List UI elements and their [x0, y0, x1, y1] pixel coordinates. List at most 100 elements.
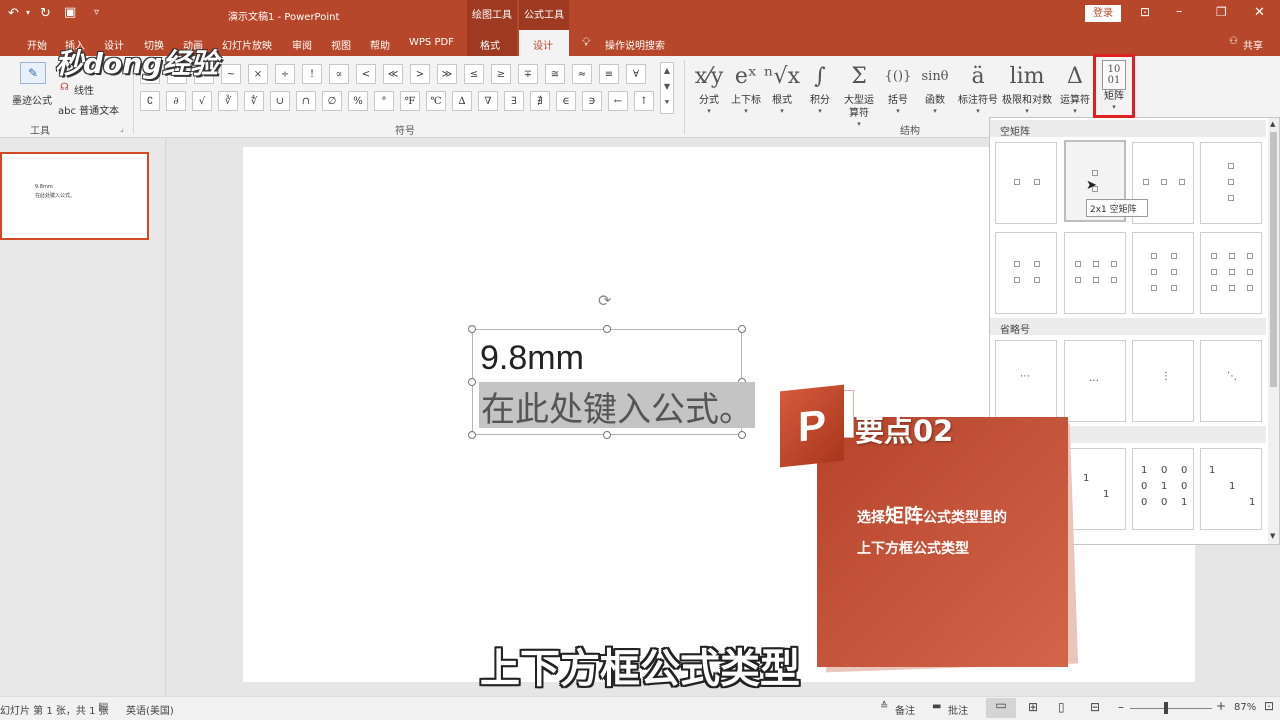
symbol-button[interactable]: ≡: [599, 64, 619, 84]
symbol-button[interactable]: ∝: [329, 64, 349, 84]
dots-diagonal[interactable]: ⋱: [1200, 340, 1262, 422]
matrix-identity-3x3[interactable]: 1 0 0 0 1 0 0 0 1: [1132, 448, 1194, 530]
customize-qat-icon[interactable]: ▿: [94, 7, 99, 18]
gallery-scrollbar[interactable]: ▲ ▼: [1268, 118, 1279, 544]
matrix-2x2-empty[interactable]: [995, 232, 1057, 314]
structure-button[interactable]: ∫ 积分 ▾: [803, 58, 837, 120]
undo-icon[interactable]: ↶: [8, 6, 19, 21]
structure-button[interactable]: x⁄y 分式 ▾: [692, 58, 726, 120]
symbol-button[interactable]: ≫: [437, 64, 457, 84]
zoom-slider[interactable]: [1130, 708, 1212, 709]
symbol-button[interactable]: ∂: [166, 91, 186, 111]
symbol-button[interactable]: >: [410, 64, 430, 84]
resize-handle[interactable]: [468, 325, 476, 333]
redo-icon[interactable]: ↻: [40, 6, 51, 21]
tab-slideshow[interactable]: 幻灯片放映: [222, 37, 272, 52]
symbol-button[interactable]: ≥: [491, 64, 511, 84]
restore-icon[interactable]: ❐: [1216, 5, 1227, 19]
slideshow-from-start-icon[interactable]: ▣: [64, 5, 76, 20]
matrix-identity-3x3-sparse[interactable]: 1 1 1: [1200, 448, 1262, 530]
structure-button[interactable]: lim 极限和对数 ▾: [1000, 58, 1054, 120]
ribbon-display-options-icon[interactable]: ⊡: [1140, 5, 1150, 19]
symbol-button[interactable]: ∪: [270, 91, 290, 111]
tools-dialog-launcher-icon[interactable]: ⌟: [120, 124, 124, 133]
close-icon[interactable]: ✕: [1254, 5, 1265, 20]
normal-view-icon[interactable]: ▭: [986, 698, 1016, 718]
undo-dropdown-icon[interactable]: ▾: [26, 8, 30, 17]
symbol-button[interactable]: ≪: [383, 64, 403, 84]
symbol-button[interactable]: ∆: [452, 91, 472, 111]
structure-button[interactable]: ⁿ√x 根式 ▾: [764, 58, 800, 120]
symbol-button[interactable]: !: [302, 64, 322, 84]
zoom-in-icon[interactable]: +: [1216, 699, 1226, 713]
scroll-up-icon[interactable]: ▲: [1270, 120, 1275, 128]
equation-line-1[interactable]: 9.8mm: [480, 339, 584, 378]
structure-button[interactable]: ä 标注符号 ▾: [955, 58, 1001, 120]
tab-equation-design-active[interactable]: 设计: [519, 30, 569, 56]
symbol-button[interactable]: ∅: [322, 91, 342, 111]
rotate-handle-icon[interactable]: ⟳: [598, 291, 611, 310]
structure-button[interactable]: eˣ 上下标 ▾: [729, 58, 763, 120]
resize-handle[interactable]: [603, 325, 611, 333]
resize-handle[interactable]: [738, 431, 746, 439]
matrix-1x2-empty[interactable]: [995, 142, 1057, 224]
symbol-button[interactable]: ~: [221, 64, 241, 84]
symbol-button[interactable]: ∛: [218, 91, 238, 111]
symbol-button[interactable]: ℃: [426, 91, 446, 111]
symbol-button[interactable]: ∄: [530, 91, 550, 111]
symbol-button[interactable]: ↑: [634, 91, 654, 111]
symbol-button[interactable]: °: [374, 91, 394, 111]
tab-review[interactable]: 审阅: [292, 37, 312, 52]
fit-to-window-icon[interactable]: ⊡: [1264, 699, 1274, 713]
structure-button[interactable]: sinθ 函数 ▾: [918, 58, 952, 120]
equation-placeholder[interactable]: 在此处键入公式。: [479, 382, 755, 430]
symbol-button[interactable]: %: [348, 91, 368, 111]
slide-thumbnail-1[interactable]: 9.8mm 在此处键入公式。: [0, 152, 149, 240]
minimize-icon[interactable]: –: [1176, 4, 1183, 19]
zoom-level[interactable]: 87%: [1234, 702, 1256, 713]
symbol-button[interactable]: <: [356, 64, 376, 84]
resize-handle[interactable]: [738, 325, 746, 333]
symbol-button[interactable]: ÷: [275, 64, 295, 84]
symbol-button[interactable]: ∈: [556, 91, 576, 111]
symbol-button[interactable]: ∃: [504, 91, 524, 111]
structure-button[interactable]: Σ 大型运算符 ▾: [840, 58, 878, 129]
symbol-button[interactable]: ∀: [626, 64, 646, 84]
symbols-scroll-buttons[interactable]: ▲ ▼ ⯆: [660, 62, 674, 114]
tell-me-search[interactable]: 操作说明搜索: [605, 37, 665, 52]
resize-handle[interactable]: [468, 431, 476, 439]
dots-vertical[interactable]: ⋮: [1132, 340, 1194, 422]
notes-button[interactable]: 备注: [895, 702, 915, 717]
tab-wps-pdf[interactable]: WPS PDF: [409, 37, 454, 48]
notes-icon[interactable]: ≙: [880, 701, 888, 712]
symbol-button[interactable]: ≈: [572, 64, 592, 84]
comments-icon[interactable]: ▬: [932, 701, 941, 712]
symbol-button[interactable]: ←: [608, 91, 628, 111]
matrix-3x1-empty[interactable]: [1200, 142, 1262, 224]
linear-button[interactable]: 线性: [74, 82, 94, 97]
structure-button[interactable]: {()} 括号 ▾: [881, 58, 915, 120]
symbol-button[interactable]: ∇: [478, 91, 498, 111]
symbol-button[interactable]: ℉: [400, 91, 420, 111]
tab-home[interactable]: 开始: [27, 37, 47, 52]
slideshow-view-icon[interactable]: ⊟: [1090, 700, 1100, 714]
matrix-3x2-empty[interactable]: [1132, 232, 1194, 314]
resize-handle[interactable]: [603, 431, 611, 439]
ink-equation-icon[interactable]: ✎: [20, 62, 46, 84]
symbol-button[interactable]: ×: [248, 64, 268, 84]
symbol-button[interactable]: ∜: [244, 91, 264, 111]
zoom-slider-thumb[interactable]: [1164, 702, 1168, 714]
zoom-out-icon[interactable]: –: [1118, 700, 1124, 714]
symbol-button[interactable]: ∁: [140, 91, 160, 111]
matrix-2x3-empty[interactable]: [1064, 232, 1126, 314]
resize-handle[interactable]: [468, 378, 476, 386]
dots-centered-horizontal[interactable]: ⋯: [995, 340, 1057, 422]
slide-sorter-icon[interactable]: ⊞: [1028, 700, 1038, 714]
symbol-button[interactable]: ≤: [464, 64, 484, 84]
structure-button[interactable]: Δ 运算符 ▾: [1058, 58, 1092, 120]
symbol-button[interactable]: ∓: [518, 64, 538, 84]
matrix-3x3-empty[interactable]: [1200, 232, 1262, 314]
tab-help[interactable]: 帮助: [370, 37, 390, 52]
symbol-button[interactable]: √: [192, 91, 212, 111]
symbol-button[interactable]: ∋: [582, 91, 602, 111]
